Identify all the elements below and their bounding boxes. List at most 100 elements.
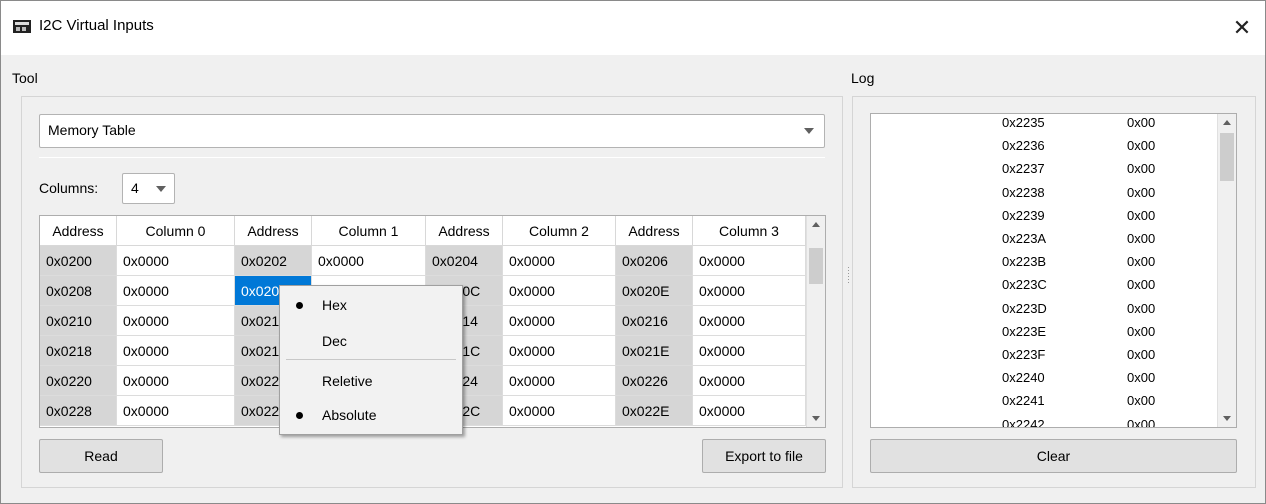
splitter-handle[interactable] [847,265,850,295]
value-cell[interactable]: 0x0000 [693,246,806,276]
value-cell[interactable]: 0x0000 [117,396,235,426]
arrow-up-icon [1223,120,1231,125]
log-entry: 0x2236 0x00 [871,138,1217,161]
address-cell[interactable]: 0x0204 [426,246,503,276]
log-section-label: Log [851,70,875,86]
log-list: 0x2235 0x00 0x2236 0x00 0x2237 0x00 0x2238 0x00… [870,113,1237,428]
log-entry: 0x223C 0x00 [871,277,1217,300]
scroll-thumb[interactable] [809,248,823,284]
separator [39,157,825,158]
log-entry: 0x223B 0x00 [871,254,1217,277]
log-scrollbar[interactable] [1217,114,1236,427]
value-cell[interactable]: 0x0000 [693,366,806,396]
table-header: Address Column 0 Address Column 1 Address Col… [40,216,806,246]
address-cell[interactable]: 0x0218 [40,336,117,366]
scroll-up-button[interactable] [807,216,825,233]
chevron-down-icon [804,128,814,134]
radio-dot-icon [296,412,303,419]
address-cell[interactable]: 0x0206 [616,246,693,276]
value-cell[interactable]: 0x0000 [693,396,806,426]
value-cell[interactable]: 0x0000 [312,246,426,276]
title-bar[interactable]: I2C Virtual Inputs ✕ [1,1,1265,55]
value-cell[interactable]: 0x0000 [503,396,616,426]
menu-item-label: Dec [322,333,347,349]
log-entry: 0x2237 0x00 [871,161,1217,184]
log-entry: 0x2240 0x00 [871,370,1217,393]
column-header[interactable]: Column 2 [503,216,616,246]
log-value: 0x00 [1127,416,1156,428]
tool-section-label: Tool [12,70,38,86]
address-cell[interactable]: 0x0200 [40,246,117,276]
address-cell[interactable]: 0x0228 [40,396,117,426]
scroll-down-button[interactable] [1218,410,1236,427]
value-cell[interactable]: 0x0000 [117,306,235,336]
scroll-thumb[interactable] [1220,133,1234,181]
address-cell[interactable]: 0x020E [616,276,693,306]
log-value: 0x00 [1127,254,1156,270]
address-cell[interactable]: 0x0216 [616,306,693,336]
log-value: 0x00 [1127,207,1156,223]
arrow-up-icon [812,222,820,227]
log-entry: 0x2241 0x00 [871,393,1217,416]
log-entry: 0x2238 0x00 [871,185,1217,208]
value-cell[interactable]: 0x0000 [503,336,616,366]
log-entry: 0x2239 0x00 [871,208,1217,231]
value-cell[interactable]: 0x0000 [503,276,616,306]
column-header[interactable]: Address [40,216,117,246]
log-address: 0x2235 [1002,115,1045,130]
address-cell[interactable]: 0x0226 [616,366,693,396]
log-value: 0x00 [1127,277,1156,293]
value-cell[interactable]: 0x0000 [693,276,806,306]
value-cell[interactable]: 0x0000 [117,246,235,276]
value-cell[interactable]: 0x0000 [503,306,616,336]
close-button[interactable]: ✕ [1219,1,1265,55]
circuit-board-icon [13,20,31,33]
columns-select[interactable]: 4 [122,173,175,204]
address-cell[interactable]: 0x0208 [40,276,117,306]
column-header[interactable]: Column 1 [312,216,426,246]
menu-item-absolute[interactable]: Absolute [282,398,460,432]
value-cell[interactable]: 0x0000 [693,336,806,366]
menu-item-label: Hex [322,297,347,313]
column-header[interactable]: Address [616,216,693,246]
table-row: 0x0200 0x0000 0x0202 0x0000 0x0204 0x0000 0x02… [40,246,806,276]
value-cell[interactable]: 0x0000 [117,276,235,306]
log-value: 0x00 [1127,300,1156,316]
column-header[interactable]: Address [235,216,312,246]
column-header[interactable]: Column 0 [117,216,235,246]
log-address: 0x2239 [1002,207,1045,223]
log-address: 0x2240 [1002,370,1045,386]
context-menu: Hex Dec Reletive Absolute [279,285,463,435]
address-cell[interactable]: 0x022E [616,396,693,426]
export-to-file-button[interactable]: Export to file [702,439,826,473]
read-button[interactable]: Read [39,439,163,473]
value-cell[interactable]: 0x0000 [117,336,235,366]
log-value: 0x00 [1127,347,1156,362]
radio-dot-icon [296,302,303,309]
scroll-down-button[interactable] [807,410,825,427]
log-value: 0x00 [1127,393,1156,409]
scroll-up-button[interactable] [1218,114,1236,131]
log-entry: 0x2235 0x00 [871,115,1217,138]
column-header[interactable]: Address [426,216,503,246]
menu-item-dec[interactable]: Dec [282,324,460,358]
clear-button[interactable]: Clear [870,439,1237,473]
table-scrollbar[interactable] [806,216,825,427]
value-cell[interactable]: 0x0000 [503,246,616,276]
value-cell[interactable]: 0x0000 [693,306,806,336]
address-cell[interactable]: 0x021E [616,336,693,366]
log-value: 0x00 [1127,184,1156,200]
address-cell[interactable]: 0x0220 [40,366,117,396]
log-address: 0x223A [1002,231,1047,246]
value-cell[interactable]: 0x0000 [503,366,616,396]
column-header[interactable]: Column 3 [693,216,806,246]
address-cell[interactable]: 0x0202 [235,246,312,276]
address-cell[interactable]: 0x0210 [40,306,117,336]
menu-item-reletive[interactable]: Reletive [282,364,460,398]
mode-select[interactable]: Memory Table [39,114,825,148]
menu-item-hex[interactable]: Hex [282,288,460,322]
log-address: 0x2237 [1002,161,1045,177]
value-cell[interactable]: 0x0000 [117,366,235,396]
log-value: 0x00 [1127,115,1156,130]
log-address: 0x2236 [1002,138,1045,154]
